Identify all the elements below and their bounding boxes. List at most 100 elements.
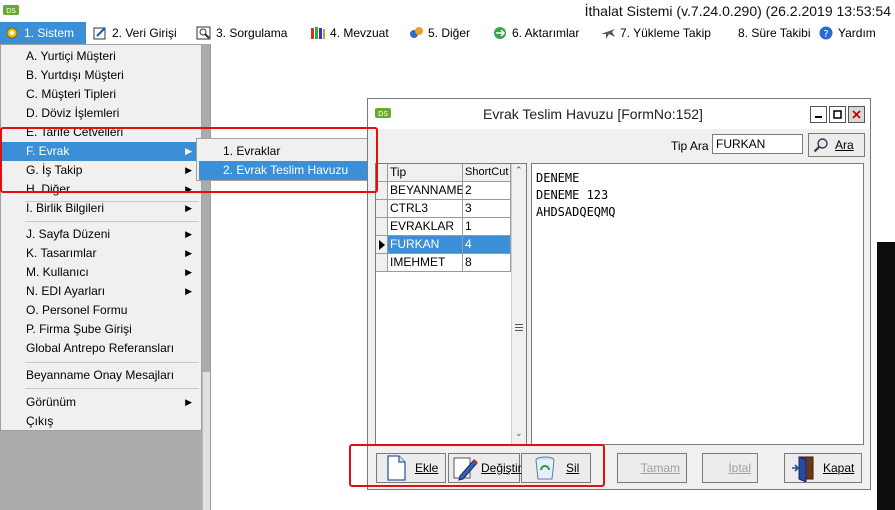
svg-text:DS: DS [6, 7, 16, 15]
menu-item-kullanici[interactable]: M. Kullanıcı ▶ [2, 263, 200, 282]
app-title: İthalat Sistemi (v.7.24.0.290) (26.2.201… [584, 3, 891, 19]
kapat-button[interactable]: Kapat [784, 453, 862, 483]
close-icon [852, 110, 861, 119]
menu-item-beyanname-onay[interactable]: Beyanname Onay Mesajları [2, 366, 200, 385]
menu-item-edi-ayarlari[interactable]: N. EDI Ayarları ▶ [2, 282, 200, 301]
app-titlebar: DS İthalat Sistemi (v.7.24.0.290) (26.2.… [0, 0, 895, 22]
submenu-item-evraklar[interactable]: 1. Evraklar [199, 142, 375, 161]
menu-diger[interactable]: 5. Diğer [404, 22, 474, 44]
menu-yardim[interactable]: ? Yardım [814, 22, 880, 44]
aciklama-memo[interactable]: DENEME DENEME 123 AHDSADQEQMQ [531, 163, 864, 445]
grid-cell-shortcut[interactable]: 8 [463, 254, 511, 272]
scroll-thumb-grip-icon[interactable] [515, 324, 523, 331]
transfer-icon [494, 27, 506, 39]
ekle-button[interactable]: Ekle [376, 453, 446, 483]
menu-veri-girisi[interactable]: 2. Veri Girişi [88, 22, 181, 44]
ara-button[interactable]: Ara [808, 133, 865, 157]
sil-button[interactable]: Sil [521, 453, 591, 483]
menu-item-cikis[interactable]: Çıkış [2, 412, 200, 431]
scroll-up-icon[interactable]: ⌃ [515, 166, 523, 176]
grid-cell-shortcut[interactable]: 2 [463, 182, 511, 200]
grid-row-indicator [376, 254, 388, 272]
menu-yukleme-takip[interactable]: 7. Yükleme Takip [596, 22, 715, 44]
grid-cell-tip[interactable]: IMEHMET [388, 254, 463, 272]
iptal-button[interactable]: İptal [702, 453, 758, 483]
menu-item-personel-formu[interactable]: O. Personel Formu [2, 301, 200, 320]
scroll-down-icon[interactable]: ⌄ [515, 429, 523, 439]
menu-sistem[interactable]: 1. Sistem [0, 22, 86, 44]
menu-item-yurtici-musteri[interactable]: A. Yurtiçi Müşteri [2, 47, 200, 66]
submenu-arrow-icon: ▶ [185, 184, 192, 194]
menu-scrollbar[interactable] [202, 372, 210, 510]
minimize-button[interactable] [810, 106, 827, 123]
grid-vertical-scrollbar[interactable]: ⌃ ⌄ [511, 164, 526, 444]
minimize-icon [815, 116, 822, 118]
menu-item-birlik-bilgileri[interactable]: I. Birlik Bilgileri ▶ [2, 199, 200, 218]
grid-cell-tip-selected[interactable]: FURKAN [388, 236, 463, 254]
evrak-submenu: 1. Evraklar 2. Evrak Teslim Havuzu [196, 138, 378, 181]
grid-cell-shortcut[interactable]: 3 [463, 200, 511, 218]
grid-cell-shortcut[interactable]: 1 [463, 218, 511, 236]
tip-grid[interactable]: Tip ShortCut BEYANNAME 2 CTRL3 3 EVRAKLA… [375, 163, 527, 445]
menu-sorgulama[interactable]: 3. Sorgulama [192, 22, 291, 44]
menu-item-global-antrepo[interactable]: Global Antrepo Referansları [2, 339, 200, 358]
maximize-icon [833, 110, 842, 119]
submenu-arrow-icon: ▶ [185, 146, 192, 156]
memo-line: DENEME 123 [536, 188, 609, 202]
help-icon: ? [819, 26, 833, 40]
submenu-arrow-icon: ▶ [185, 248, 192, 258]
menu-item-diger[interactable]: H. Diğer ▶ [2, 180, 200, 199]
submenu-arrow-icon: ▶ [185, 203, 192, 213]
menu-separator [25, 388, 199, 389]
grid-header-tip[interactable]: Tip [388, 164, 463, 182]
grid-indicator-header [376, 164, 388, 182]
menu-item-tarife-cetvelleri[interactable]: E. Tarife Cetvelleri [2, 123, 200, 142]
menu-mevzuat[interactable]: 4. Mevzuat [306, 22, 393, 44]
menu-separator [25, 362, 199, 363]
menu-item-gorunum[interactable]: Görünüm ▶ [2, 393, 200, 412]
grid-row-indicator [376, 218, 388, 236]
svg-text:DS: DS [378, 110, 388, 118]
grid-cell-tip[interactable]: BEYANNAME [388, 182, 463, 200]
submenu-arrow-icon: ▶ [185, 165, 192, 175]
svg-text:?: ? [823, 29, 828, 40]
grid-cell-tip[interactable]: EVRAKLAR [388, 218, 463, 236]
evrak-teslim-havuzu-window: DS Evrak Teslim Havuzu [FormNo:152] Tip … [367, 98, 871, 490]
sistem-dropdown-menu: A. Yurtiçi Müşteri B. Yurtdışı Müşteri C… [0, 44, 202, 431]
submenu-arrow-icon: ▶ [185, 397, 192, 407]
menu-sure-takibi[interactable]: 8. Süre Takibi [734, 22, 815, 44]
books-icon [311, 27, 325, 39]
search-icon [813, 138, 828, 153]
submenu-arrow-icon: ▶ [185, 229, 192, 239]
menu-aktarimlar[interactable]: 6. Aktarımlar [488, 22, 583, 44]
tip-ara-input[interactable]: FURKAN [712, 134, 803, 154]
close-button[interactable] [848, 106, 865, 123]
window-logo-icon: DS [375, 108, 391, 118]
grid-row-indicator [376, 200, 388, 218]
submenu-item-evrak-teslim-havuzu[interactable]: 2. Evrak Teslim Havuzu [199, 161, 375, 180]
menu-item-firma-sube-girisi[interactable]: P. Firma Şube Girişi [2, 320, 200, 339]
menu-item-evrak[interactable]: F. Evrak ▶ [2, 142, 200, 161]
tamam-button[interactable]: Tamam [617, 453, 687, 483]
menu-separator [25, 221, 199, 222]
current-row-arrow-icon [379, 240, 385, 250]
grid-cell-tip[interactable]: CTRL3 [388, 200, 463, 218]
degistir-button[interactable]: Değiştir [448, 453, 522, 483]
other-icon [410, 27, 423, 38]
menu-item-musteri-tipleri[interactable]: C. Müşteri Tipleri [2, 85, 200, 104]
grid-header-shortcut[interactable]: ShortCut [463, 164, 511, 182]
memo-line: AHDSADQEQMQ [536, 205, 616, 219]
gear-icon [6, 27, 18, 39]
menu-item-doviz-islemleri[interactable]: D. Döviz İşlemleri [2, 104, 200, 123]
memo-line: DENEME [536, 171, 580, 185]
submenu-arrow-icon: ▶ [185, 286, 192, 296]
maximize-button[interactable] [829, 106, 846, 123]
window-title: Evrak Teslim Havuzu [FormNo:152] [483, 106, 703, 122]
menu-item-sayfa-duzeni[interactable]: J. Sayfa Düzeni ▶ [2, 225, 200, 244]
grid-cell-shortcut-selected[interactable]: 4 [463, 236, 511, 254]
edit-pencil-icon [453, 457, 478, 481]
app-logo-icon: DS [3, 5, 19, 15]
menu-item-tasarimlar[interactable]: K. Tasarımlar ▶ [2, 244, 200, 263]
menu-item-is-takip[interactable]: G. İş Takip ▶ [2, 161, 200, 180]
menu-item-yurtdisi-musteri[interactable]: B. Yurtdışı Müşteri [2, 66, 200, 85]
